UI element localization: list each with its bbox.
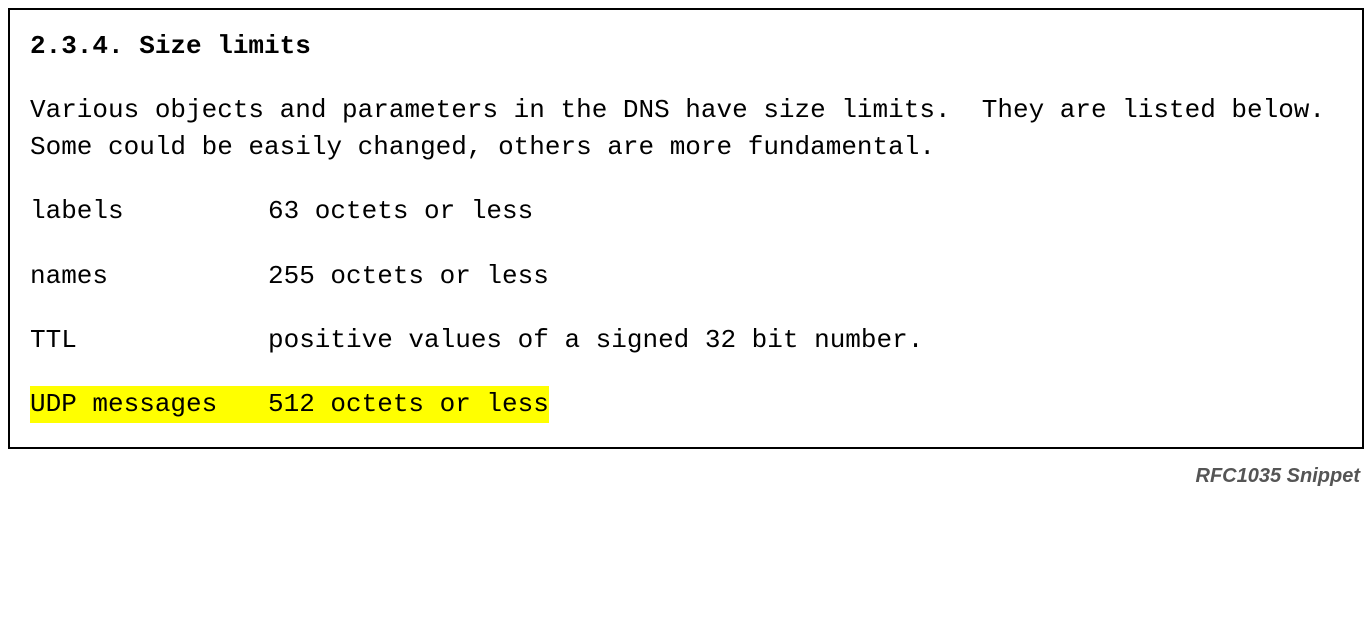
limit-def: 255 octets or less	[268, 258, 549, 294]
limit-row-names: names255 octets or less	[30, 258, 1342, 294]
limit-row-ttl: TTLpositive values of a signed 32 bit nu…	[30, 322, 1342, 358]
intro-paragraph: Various objects and parameters in the DN…	[30, 92, 1342, 165]
figure-caption: RFC1035 Snippet	[8, 465, 1364, 488]
limit-def: 63 octets or less	[268, 193, 533, 229]
limit-def: 512 octets or less	[268, 386, 549, 422]
highlight-span: UDP messages512 octets or less	[30, 386, 549, 422]
limit-row-udp: UDP messages512 octets or less	[30, 386, 1342, 422]
limit-def: positive values of a signed 32 bit numbe…	[268, 322, 923, 358]
limit-term: TTL	[30, 322, 268, 358]
rfc-snippet-box: 2.3.4. Size limits Various objects and p…	[8, 8, 1364, 449]
limit-term: names	[30, 258, 268, 294]
limit-row-labels: labels63 octets or less	[30, 193, 1342, 229]
section-heading: 2.3.4. Size limits	[30, 28, 1342, 64]
limit-term: UDP messages	[30, 386, 268, 422]
limit-term: labels	[30, 193, 268, 229]
